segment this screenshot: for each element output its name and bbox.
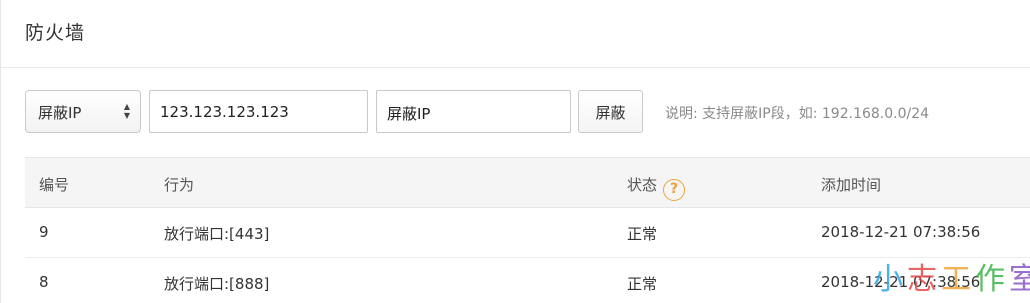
ip-address-input[interactable]: 123.123.123.123 [149,90,368,133]
table-row: 9 放行端口:[443] 正常 2018-12-21 07:38:56 [25,208,1030,258]
watermark-char: 工 [941,262,975,297]
watermark-char: 室 [1009,262,1030,297]
watermark-char: 作 [975,262,1009,297]
ip-address-value: 123.123.123.123 [160,103,289,121]
watermark-logo: 小志工作室 [873,254,1030,298]
column-header-action: 行为 [164,176,195,194]
watermark-char: 志 [907,262,941,297]
row-status: 正常 [627,275,658,293]
row-time: 2018-12-21 07:38:56 [821,223,981,241]
table-header: 编号 行为 状态? 添加时间 [25,157,1030,208]
row-id: 8 [39,273,49,291]
column-header-status: 状态? [627,174,686,201]
action-input[interactable]: 屏蔽IP [376,90,571,133]
firewall-panel: 防火墙 屏蔽IP ▲ ▼ 123.123.123.123 屏蔽IP 屏蔽 说明: … [0,0,1030,303]
column-header-status-label: 状态 [627,176,658,194]
column-header-time: 添加时间 [821,176,882,194]
row-id: 9 [39,223,49,241]
page-title: 防火墙 [25,22,86,44]
title-divider [1,67,1030,68]
watermark-char: 小 [873,262,907,297]
row-status: 正常 [627,225,658,243]
block-type-select[interactable]: 屏蔽IP ▲ ▼ [25,90,141,133]
row-action: 放行端口:[888] [164,275,270,293]
question-mark-icon[interactable]: ? [663,179,686,201]
help-text: 说明: 支持屏蔽IP段，如: 192.168.0.0/24 [665,106,930,122]
column-header-id: 编号 [39,176,70,194]
block-type-select-value: 屏蔽IP [38,104,82,122]
action-input-value: 屏蔽IP [387,105,431,123]
row-action: 放行端口:[443] [164,225,270,243]
block-button[interactable]: 屏蔽 [578,90,643,133]
select-arrows-icon: ▲ ▼ [123,102,131,120]
